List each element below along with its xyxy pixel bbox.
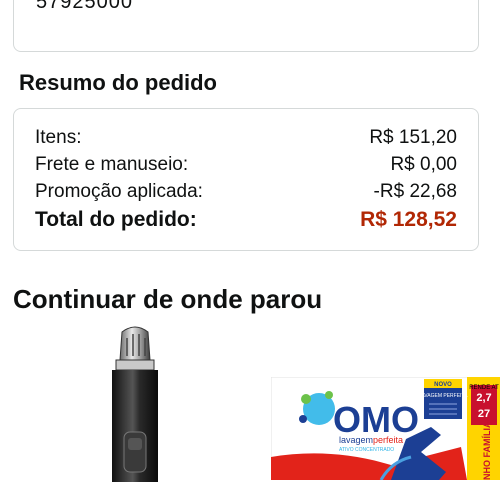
- svg-text:NHO FAMÍLIA: NHO FAMÍLIA: [482, 421, 492, 480]
- order-summary-card: Itens: R$ 151,20 Frete e manuseio: R$ 0,…: [13, 108, 479, 251]
- total-label: Total do pedido:: [35, 208, 197, 231]
- svg-text:OMO: OMO: [333, 399, 419, 440]
- svg-text:NOVO: NOVO: [434, 382, 452, 388]
- summary-row-items: Itens: R$ 151,20: [35, 127, 457, 149]
- svg-text:27: 27: [478, 408, 490, 420]
- svg-text:lavagemperfeita: lavagemperfeita: [339, 435, 403, 445]
- nose-trimmer-image[interactable]: [100, 322, 170, 482]
- svg-text:2,7: 2,7: [476, 392, 491, 404]
- partial-number-text: 57925000: [36, 0, 133, 13]
- summary-row-shipping: Frete e manuseio: R$ 0,00: [35, 154, 457, 176]
- summary-row-promotion: Promoção aplicada: -R$ 22,68: [35, 181, 457, 203]
- previous-info-card: 57925000: [13, 0, 479, 52]
- items-label: Itens:: [35, 127, 82, 148]
- shipping-label: Frete e manuseio:: [35, 154, 189, 175]
- shipping-value: R$ 0,00: [390, 154, 457, 175]
- order-summary-heading: Resumo do pedido: [19, 70, 217, 95]
- total-value: R$ 128,52: [360, 208, 457, 231]
- promotion-label: Promoção aplicada:: [35, 181, 203, 202]
- svg-text:RENDE AT: RENDE AT: [469, 385, 499, 391]
- items-value: R$ 151,20: [369, 127, 457, 148]
- continue-shopping-heading: Continuar de onde parou: [13, 284, 323, 314]
- promotion-value: -R$ 22,68: [373, 181, 457, 202]
- svg-text:LAVAGEM PERFEITA: LAVAGEM PERFEITA: [419, 393, 469, 399]
- summary-row-total: Total do pedido: R$ 128,52: [35, 208, 457, 232]
- svg-text:ATIVO CONCENTRADO: ATIVO CONCENTRADO: [339, 447, 394, 453]
- omo-detergent-image[interactable]: RENDE AT 2,7 27 NHO FAMÍLIA NOVO LAVAGEM…: [271, 377, 500, 480]
